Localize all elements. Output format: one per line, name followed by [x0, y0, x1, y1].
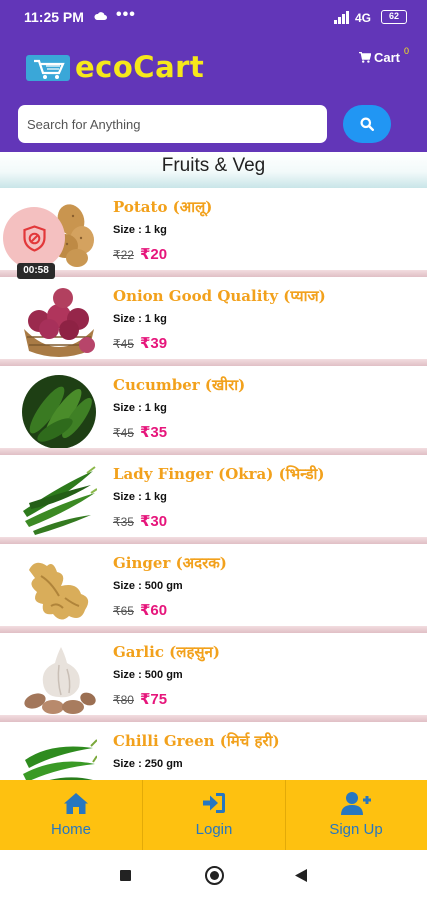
nav-signup-label: Sign Up: [329, 821, 383, 838]
category-title: Fruits & Veg: [161, 155, 266, 176]
product-size: Size : 250 gm: [113, 758, 183, 770]
search-button[interactable]: [343, 105, 391, 143]
nav-home-button[interactable]: Home: [0, 780, 142, 850]
product-item-ginger[interactable]: Ginger (अदरक) Size : 500 gm ₹65 ₹60: [0, 544, 427, 633]
product-name[interactable]: Potato (आलू): [113, 197, 212, 217]
back-button[interactable]: [295, 869, 307, 882]
product-size: Size : 1 kg: [113, 224, 167, 236]
product-item-onion[interactable]: Onion Good Quality (प्याज) Size : 1 kg ₹…: [0, 277, 427, 366]
product-name[interactable]: Ginger (अदरक): [113, 553, 227, 573]
system-navigation-bar: [0, 850, 427, 900]
recent-apps-button[interactable]: [120, 870, 131, 881]
ginger-image: [29, 562, 89, 620]
more-notifications-icon: •••: [116, 6, 136, 23]
battery-icon: 62: [381, 10, 407, 24]
product-price: ₹35: [140, 424, 168, 441]
network-type: 4G: [355, 11, 372, 25]
signal-icon: [334, 11, 349, 24]
timer-badge: 00:58: [17, 263, 55, 279]
product-price: ₹30: [140, 513, 168, 530]
product-mrp: ₹45: [113, 426, 134, 440]
divider: [0, 537, 427, 544]
product-price: ₹20: [140, 246, 168, 263]
cart-count-badge: 0: [404, 46, 410, 56]
product-item-garlic[interactable]: Garlic (लहसुन) Size : 500 gm ₹80 ₹75: [0, 633, 427, 722]
app-logo[interactable]: ecoCart: [75, 50, 204, 84]
cucumber-image: [22, 375, 96, 449]
product-price: ₹39: [140, 335, 168, 352]
status-bar: 11:25 PM ••• 4G 62: [0, 0, 427, 36]
product-name[interactable]: Onion Good Quality (प्याज): [113, 286, 326, 306]
product-item-lady-finger[interactable]: Lady Finger (Okra) (भिन्डी) Size : 1 kg …: [0, 455, 427, 544]
product-size: Size : 1 kg: [113, 491, 167, 503]
product-name[interactable]: Cucumber (खीरा): [113, 375, 245, 395]
product-size: Size : 500 gm: [113, 669, 183, 681]
product-item-chilli-green[interactable]: Chilli Green (मिर्च हरी) Size : 250 gm: [0, 722, 427, 780]
search-icon: [360, 117, 374, 131]
product-size: Size : 1 kg: [113, 402, 167, 414]
product-size: Size : 1 kg: [113, 313, 167, 325]
product-mrp: ₹80: [113, 693, 134, 707]
divider: [0, 359, 427, 366]
category-header: Fruits & Veg: [0, 152, 427, 188]
onion-image: [24, 288, 95, 357]
floating-widget-button[interactable]: [3, 207, 65, 269]
divider: [0, 626, 427, 633]
cart-icon: [359, 52, 371, 63]
nav-login-button[interactable]: Login: [143, 780, 285, 850]
home-icon: [64, 793, 88, 814]
system-home-button[interactable]: [205, 866, 224, 885]
product-mrp: ₹65: [113, 604, 134, 618]
product-name[interactable]: Lady Finger (Okra) (भिन्डी): [113, 464, 325, 484]
garlic-image: [24, 647, 96, 714]
app-header: ecoCart Cart 0: [0, 36, 427, 152]
cloud-icon: [94, 12, 107, 20]
okra-image: [23, 466, 97, 535]
status-time: 11:25 PM: [24, 9, 84, 25]
divider: [0, 270, 427, 277]
nav-signup-button[interactable]: Sign Up: [285, 780, 427, 850]
product-mrp: ₹45: [113, 337, 134, 351]
cart-label: Cart: [374, 50, 401, 65]
login-icon: [203, 793, 225, 813]
product-price: ₹60: [140, 602, 168, 619]
search-input[interactable]: [18, 105, 327, 143]
bottom-navigation: Home Login Sign Up: [0, 780, 427, 850]
product-size: Size : 500 gm: [113, 580, 183, 592]
product-item-cucumber[interactable]: Cucumber (खीरा) Size : 1 kg ₹45 ₹35: [0, 366, 427, 455]
divider: [0, 715, 427, 722]
product-mrp: ₹35: [113, 515, 134, 529]
product-mrp: ₹22: [113, 248, 134, 262]
product-name[interactable]: Garlic (लहसुन): [113, 642, 220, 662]
product-name[interactable]: Chilli Green (मिर्च हरी): [113, 731, 280, 751]
shopping-cart-logo-icon: [26, 55, 70, 81]
shield-off-icon: [23, 225, 46, 252]
product-list[interactable]: Potato (आलू) Size : 1 kg ₹22 ₹20 Onion G…: [0, 188, 427, 780]
divider: [0, 448, 427, 455]
nav-login-label: Login: [195, 821, 233, 838]
home-dot-icon: [210, 871, 219, 880]
user-plus-icon: [341, 792, 371, 815]
nav-home-label: Home: [50, 821, 91, 838]
product-price: ₹75: [140, 691, 168, 708]
green-chilli-image: [23, 739, 97, 780]
